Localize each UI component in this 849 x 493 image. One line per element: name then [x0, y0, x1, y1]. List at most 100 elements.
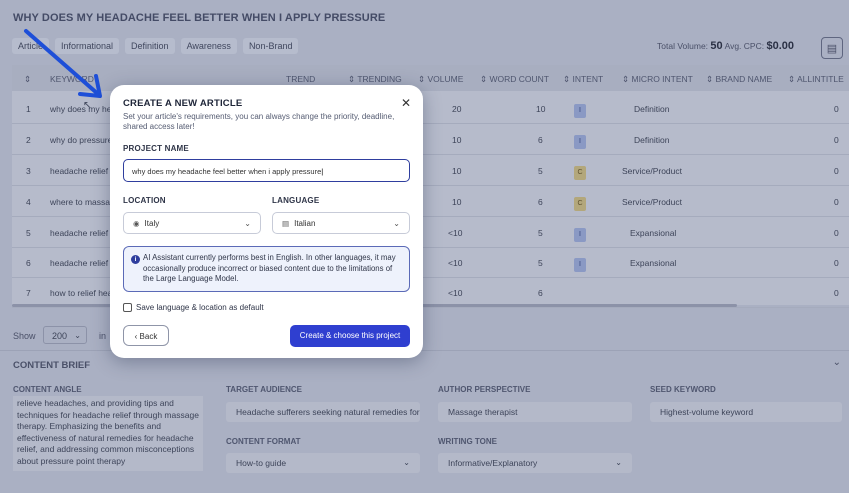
row-micro-intent: Definition [634, 104, 670, 114]
col-volume[interactable]: ⇕ VOLUME [418, 74, 463, 85]
content-angle-textarea[interactable]: relieve headaches, and providing tips an… [13, 396, 203, 471]
filter-icon: ▤ [826, 42, 838, 55]
total-volume-value: 50 [710, 40, 723, 52]
chevron-down-icon: ⌄ [74, 331, 81, 340]
row-volume: 20 [452, 104, 462, 114]
target-audience-value: Headache sufferers seeking natural remed… [236, 407, 420, 417]
col-word-count[interactable]: ⇕ WORD COUNT [480, 74, 549, 85]
chevron-down-icon: ⌄ [244, 219, 251, 228]
back-button-label: Back [139, 332, 158, 341]
col-micro-intent[interactable]: ⇕ MICRO INTENT [622, 74, 693, 85]
project-name-input[interactable]: why does my headache feel better when i … [123, 159, 410, 182]
author-perspective-value: Massage therapist [448, 407, 518, 417]
location-label: LOCATION [123, 196, 166, 205]
project-name-label: PROJECT NAME [123, 144, 189, 153]
totals-summary: Total Volume: 50 Avg. CPC: $0.00 [657, 40, 794, 52]
row-word-count: 6 [538, 135, 543, 145]
col-allintitle[interactable]: ⇕ ALLINTITLE [788, 74, 844, 85]
writing-tone-label: WRITING TONE [438, 437, 497, 446]
avg-cpc-label: Avg. CPC: [724, 41, 765, 51]
content-angle-label: CONTENT ANGLE [13, 385, 82, 394]
col-trending-label: TRENDING [357, 74, 402, 84]
col-brand-name[interactable]: ⇕ BRAND NAME [706, 74, 772, 85]
row-word-count: 10 [536, 104, 546, 114]
row-micro-intent: Expansional [630, 258, 677, 268]
project-name-value: why does my headache feel better when i … [132, 167, 322, 176]
content-format-select[interactable]: How-to guide ⌄ [226, 453, 420, 473]
location-value: Italy [144, 219, 160, 228]
page-title: WHY DOES MY HEADACHE FEEL BETTER WHEN I … [13, 12, 386, 24]
row-word-count: 5 [538, 258, 543, 268]
create-article-modal: CREATE A NEW ARTICLE ✕ Set your article'… [110, 85, 423, 358]
row-volume: 10 [452, 135, 462, 145]
row-allintitle: 0 [834, 288, 839, 298]
create-project-button[interactable]: Create & choose this project [290, 325, 410, 347]
row-keyword[interactable]: where to massag [50, 197, 115, 207]
row-keyword[interactable]: headache relief v [50, 258, 115, 268]
row-micro-intent: Definition [634, 135, 670, 145]
filter-button[interactable]: ▤ [821, 37, 843, 59]
row-volume: 10 [452, 166, 462, 176]
page-size-select[interactable]: 200 ⌄ [43, 326, 87, 344]
seed-keyword-value: Highest-volume keyword [660, 407, 754, 417]
col-intent[interactable]: ⇕ INTENT [563, 74, 603, 85]
row-number: 3 [26, 166, 31, 176]
row-allintitle: 0 [834, 228, 839, 238]
ai-language-notice-text: AI Assistant currently performs best in … [143, 253, 396, 283]
show-label: Show [13, 331, 36, 341]
col-trending[interactable]: ⇕ TRENDING [348, 74, 402, 85]
col-intent-label: INTENT [572, 74, 604, 84]
save-default-checkbox[interactable] [123, 303, 132, 312]
collapse-chevron-icon[interactable]: ⌄ [833, 357, 841, 368]
col-micro-intent-label: MICRO INTENT [631, 74, 693, 84]
back-button[interactable]: ‹ Back [123, 325, 169, 346]
target-audience-field[interactable]: Headache sufferers seeking natural remed… [226, 402, 420, 422]
modal-title: CREATE A NEW ARTICLE [123, 98, 243, 109]
avg-cpc-value: $0.00 [766, 40, 794, 52]
row-word-count: 6 [538, 197, 543, 207]
language-label: LANGUAGE [272, 196, 320, 205]
row-number: 2 [26, 135, 31, 145]
seed-keyword-field[interactable]: Highest-volume keyword [650, 402, 842, 422]
filter-chip-non-brand[interactable]: Non-Brand [242, 38, 299, 54]
info-icon: i [131, 255, 140, 264]
row-keyword[interactable]: headache relief v [50, 228, 115, 238]
author-perspective-label: AUTHOR PERSPECTIVE [438, 385, 531, 394]
content-brief-section: CONTENT BRIEF ⌄ CONTENT ANGLE relieve he… [0, 350, 849, 493]
intent-badge: I [574, 104, 586, 118]
intent-badge: I [574, 258, 586, 272]
row-allintitle: 0 [834, 197, 839, 207]
intent-badge: C [574, 197, 586, 211]
col-brand-name-label: BRAND NAME [715, 74, 773, 84]
row-allintitle: 0 [834, 135, 839, 145]
arrow-annotation-icon [24, 29, 102, 98]
writing-tone-select[interactable]: Informative/Explanatory ⌄ [438, 453, 632, 473]
back-chevron-icon: ‹ [134, 332, 138, 341]
chevron-down-icon: ⌄ [393, 219, 400, 228]
row-number: 7 [26, 288, 31, 298]
location-select[interactable]: ◉ Italy ⌄ [123, 212, 261, 234]
language-select[interactable]: ▤ Italian ⌄ [272, 212, 410, 234]
row-word-count: 5 [538, 228, 543, 238]
row-volume: 10 [452, 197, 462, 207]
row-keyword[interactable]: why do pressure [50, 135, 112, 145]
close-icon[interactable]: ✕ [401, 96, 411, 110]
save-default-label[interactable]: Save language & location as default [136, 303, 264, 312]
filter-chip-awareness[interactable]: Awareness [180, 38, 237, 54]
chevron-down-icon: ⌄ [615, 458, 622, 467]
row-keyword[interactable]: headache relief w [50, 166, 117, 176]
row-keyword[interactable]: how to relief hea [50, 288, 112, 298]
filter-chip-definition[interactable]: Definition [125, 38, 175, 54]
col-trend[interactable]: TREND [286, 74, 315, 84]
row-word-count: 6 [538, 288, 543, 298]
modal-description: Set your article's requirements, you can… [123, 112, 395, 131]
language-value: Italian [294, 219, 316, 228]
author-perspective-field[interactable]: Massage therapist [438, 402, 632, 422]
seed-keyword-label: SEED KEYWORD [650, 385, 716, 394]
row-volume: <10 [448, 228, 463, 238]
intent-badge: C [574, 166, 586, 180]
ai-language-notice: i AI Assistant currently performs best i… [123, 246, 410, 292]
col-volume-label: VOLUME [427, 74, 464, 84]
row-number: 4 [26, 197, 31, 207]
row-allintitle: 0 [834, 258, 839, 268]
